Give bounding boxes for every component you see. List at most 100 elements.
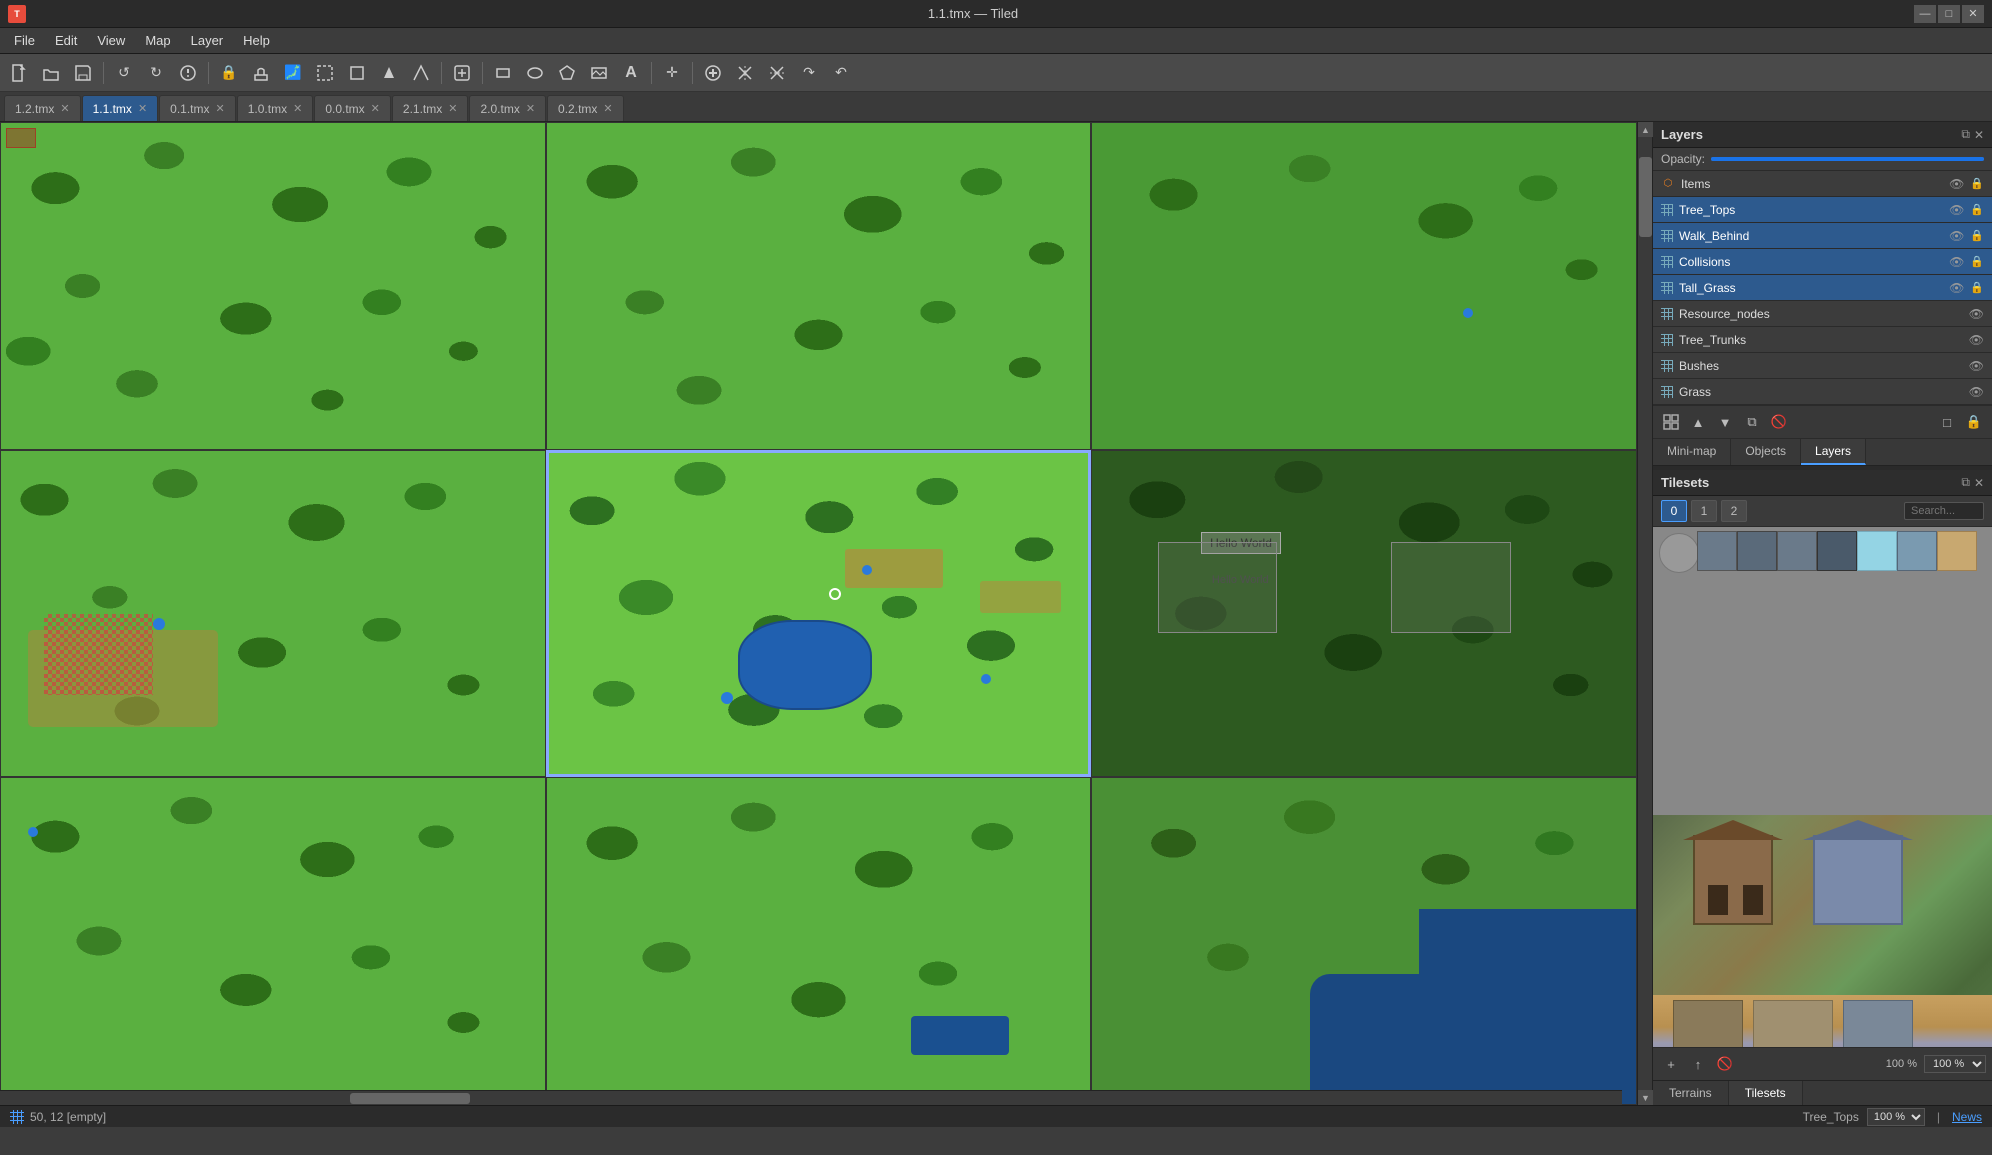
object-select[interactable] — [447, 58, 477, 88]
scroll-down-button[interactable]: ▼ — [1638, 1090, 1653, 1105]
rect-tool[interactable] — [488, 58, 518, 88]
layer-lock-collisions[interactable]: 🔒 — [1970, 255, 1984, 268]
tile-layer-add[interactable] — [698, 58, 728, 88]
layer-eye-tall-grass[interactable]: 👁 — [1949, 281, 1964, 295]
layer-eye-resource-nodes[interactable]: 👁 — [1969, 307, 1984, 321]
close-button[interactable]: ✕ — [1962, 5, 1984, 23]
layer-move-down-button[interactable]: ▼ — [1713, 410, 1737, 434]
layer-move-up-button[interactable]: ▲ — [1686, 410, 1710, 434]
layer-item-collisions[interactable]: Collisions 👁 🔒 — [1653, 249, 1992, 275]
horizontal-scrollbar[interactable] — [0, 1090, 1622, 1105]
layer-item-items[interactable]: ⬡ Items 👁 🔒 — [1653, 171, 1992, 197]
menu-view[interactable]: View — [87, 31, 135, 50]
tileset-search-input[interactable] — [1904, 502, 1984, 520]
layer-lock-items[interactable]: 🔒 — [1970, 177, 1984, 190]
tileset-add-button[interactable]: + — [1659, 1052, 1683, 1076]
text-tool[interactable]: A — [616, 58, 646, 88]
tileset-canvas[interactable] — [1653, 527, 1992, 1047]
layer-eye-items[interactable]: 👁 — [1949, 177, 1964, 191]
bottom-tab-tilesets[interactable]: Tilesets — [1729, 1081, 1803, 1105]
map-cell-1-0[interactable] — [546, 122, 1092, 450]
scroll-up-button[interactable]: ▲ — [1638, 122, 1653, 137]
layer-duplicate-button[interactable]: ⧉ — [1740, 410, 1764, 434]
status-zoom-select[interactable]: 100 % — [1867, 1108, 1925, 1126]
tileset-move-up-button[interactable]: ↑ — [1686, 1052, 1710, 1076]
layer-eye-grass[interactable]: 👁 — [1969, 385, 1984, 399]
layer-lock-tree-tops[interactable]: 🔒 — [1970, 203, 1984, 216]
redo-button[interactable]: ↻ — [141, 58, 171, 88]
tab-0-2[interactable]: 0.2.tmx ✕ — [547, 95, 624, 121]
menu-layer[interactable]: Layer — [181, 31, 234, 50]
rect-select-tool[interactable] — [342, 58, 372, 88]
opacity-slider[interactable] — [1711, 157, 1984, 161]
menu-file[interactable]: File — [4, 31, 45, 50]
save-button[interactable] — [68, 58, 98, 88]
maximize-button[interactable]: □ — [1938, 5, 1960, 23]
map-cell-2-1[interactable]: Hello World Hello World — [1091, 450, 1637, 778]
bottom-tab-terrains[interactable]: Terrains — [1653, 1081, 1729, 1105]
minimize-button[interactable]: — — [1914, 5, 1936, 23]
polygon-tool[interactable] — [552, 58, 582, 88]
tab-close-0-1[interactable]: ✕ — [216, 102, 225, 115]
tab-2-0[interactable]: 2.0.tmx ✕ — [469, 95, 546, 121]
layer-eye-bushes[interactable]: 👁 — [1969, 359, 1984, 373]
map-canvas-area[interactable]: Hello World Hello World — [0, 122, 1637, 1105]
undo-button[interactable]: ↺ — [109, 58, 139, 88]
tileset-tab-1[interactable]: 1 — [1691, 500, 1717, 522]
tab-1-1[interactable]: 1.1.tmx ✕ — [82, 95, 159, 121]
tileset-tab-2[interactable]: 2 — [1721, 500, 1747, 522]
map-cell-2-0[interactable] — [1091, 122, 1637, 450]
layer-lock-tall-grass[interactable]: 🔒 — [1970, 281, 1984, 294]
tab-close-1-1[interactable]: ✕ — [138, 102, 147, 115]
tileset-zoom-select[interactable]: 100 % 150 % 200 % 75 % 50 % — [1924, 1055, 1986, 1073]
layers-panel-float[interactable]: ⧉ — [1961, 127, 1970, 142]
fill-tool[interactable] — [374, 58, 404, 88]
new-button[interactable] — [4, 58, 34, 88]
layer-eye-collisions[interactable]: 👁 — [1949, 255, 1964, 269]
v-scroll-thumb[interactable] — [1639, 157, 1652, 237]
layer-remove-button[interactable]: 🚫 — [1767, 410, 1791, 434]
layer-item-tree-tops[interactable]: Tree_Tops 👁 🔒 — [1653, 197, 1992, 223]
tab-close-1-2[interactable]: ✕ — [60, 102, 69, 115]
terrain-tool[interactable]: 🗾 — [278, 58, 308, 88]
tileset-remove-button[interactable]: 🚫 — [1713, 1052, 1737, 1076]
layer-lock-all-button[interactable]: 🔒 — [1962, 410, 1986, 434]
panel-tab-layers[interactable]: Layers — [1801, 439, 1866, 465]
flip-v[interactable] — [762, 58, 792, 88]
tilesets-panel-close[interactable]: ✕ — [1974, 475, 1984, 490]
layer-lock-button[interactable]: □ — [1935, 410, 1959, 434]
map-cell-1-2[interactable] — [546, 777, 1092, 1105]
map-cell-0-1[interactable] — [0, 450, 546, 778]
menu-edit[interactable]: Edit — [45, 31, 87, 50]
tab-0-1[interactable]: 0.1.tmx ✕ — [159, 95, 236, 121]
lock-tool[interactable]: 🔒 — [214, 58, 244, 88]
vertical-scrollbar[interactable]: ▲ ▼ — [1637, 122, 1652, 1105]
layer-item-resource-nodes[interactable]: Resource_nodes 👁 — [1653, 301, 1992, 327]
select-tool[interactable] — [310, 58, 340, 88]
layer-add-tile-button[interactable] — [1659, 410, 1683, 434]
panel-tab-minimap[interactable]: Mini-map — [1653, 439, 1731, 465]
flip-h[interactable] — [730, 58, 760, 88]
layer-eye-tree-tops[interactable]: 👁 — [1949, 203, 1964, 217]
tab-close-1-0[interactable]: ✕ — [293, 102, 302, 115]
layer-eye-walk-behind[interactable]: 👁 — [1949, 229, 1964, 243]
rotate-cw[interactable]: ↷ — [794, 58, 824, 88]
tab-2-1[interactable]: 2.1.tmx ✕ — [392, 95, 469, 121]
stamp-tool[interactable] — [246, 58, 276, 88]
open-button[interactable] — [36, 58, 66, 88]
menu-help[interactable]: Help — [233, 31, 280, 50]
layers-panel-close[interactable]: ✕ — [1974, 127, 1984, 142]
layer-item-tall-grass[interactable]: Tall_Grass 👁 🔒 — [1653, 275, 1992, 301]
map-cell-2-2[interactable] — [1091, 777, 1637, 1105]
map-cell-1-1[interactable] — [546, 450, 1092, 778]
map-properties-button[interactable] — [173, 58, 203, 88]
tileset-tab-0[interactable]: 0 — [1661, 500, 1687, 522]
shape-tool[interactable] — [406, 58, 436, 88]
tab-close-0-2[interactable]: ✕ — [603, 102, 612, 115]
status-news[interactable]: News — [1952, 1110, 1982, 1124]
layer-item-bushes[interactable]: Bushes 👁 — [1653, 353, 1992, 379]
tab-1-0[interactable]: 1.0.tmx ✕ — [237, 95, 314, 121]
map-canvas[interactable]: Hello World Hello World — [0, 122, 1637, 1105]
layer-item-tree-trunks[interactable]: Tree_Trunks 👁 — [1653, 327, 1992, 353]
layer-item-grass[interactable]: Grass 👁 — [1653, 379, 1992, 405]
